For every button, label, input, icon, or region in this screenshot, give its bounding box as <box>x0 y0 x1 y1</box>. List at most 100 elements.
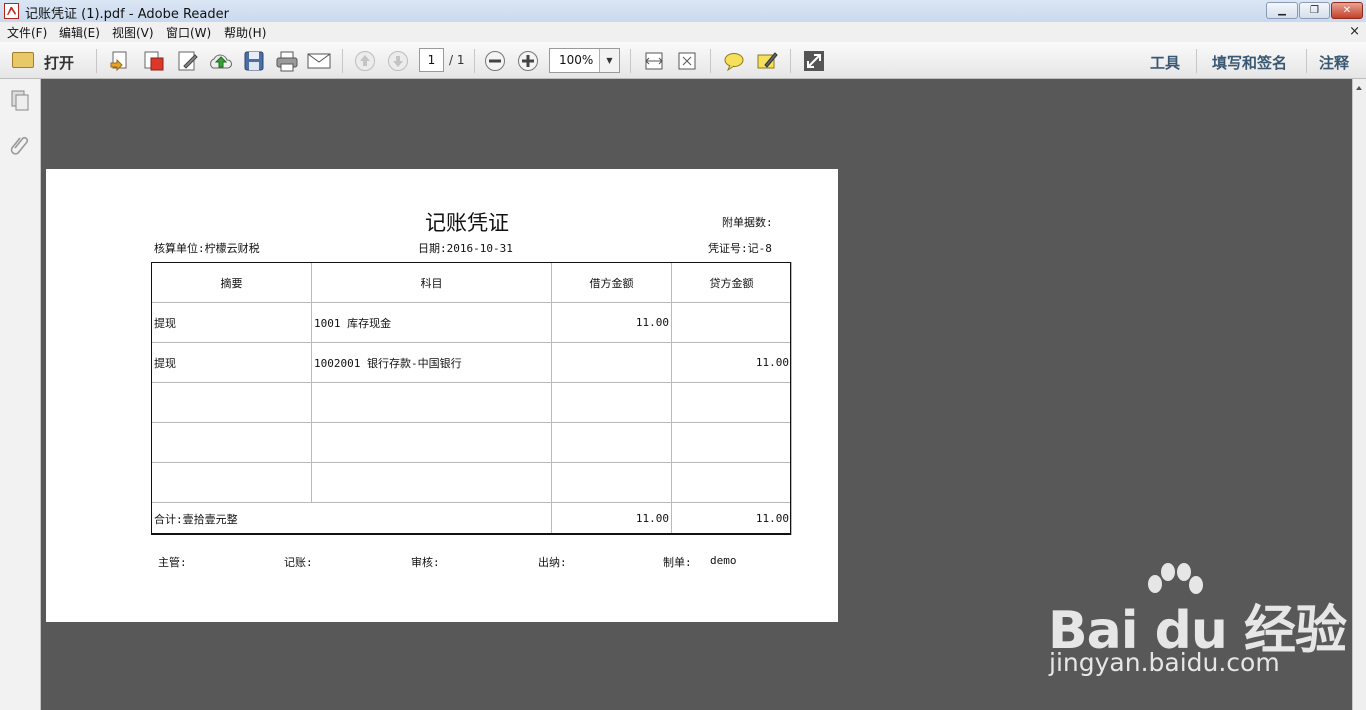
total-amount-in-words: 合计:壹拾壹元整 <box>151 502 552 535</box>
cell-summary: 提现 <box>151 342 312 383</box>
scroll-up-arrow-icon[interactable] <box>1355 84 1363 92</box>
zoom-in-icon[interactable] <box>517 50 539 72</box>
menu-file[interactable]: 文件(F) <box>7 24 47 41</box>
upload-cloud-icon[interactable] <box>208 49 234 73</box>
cell-summary <box>151 422 312 463</box>
cell-account <box>311 462 552 503</box>
sticky-note-icon[interactable] <box>722 49 746 73</box>
column-header-summary: 摘要 <box>151 262 312 303</box>
toolbar-divider <box>710 49 711 73</box>
comment-pane-button[interactable]: 注释 <box>1319 52 1349 73</box>
watermark-url: jingyan.baidu.com <box>1049 648 1280 677</box>
minimize-button[interactable]: ▁ <box>1266 2 1298 19</box>
create-pdf-icon[interactable] <box>108 49 132 73</box>
toolbar-divider <box>342 49 343 73</box>
close-button[interactable]: ✕ <box>1331 2 1363 19</box>
cell-credit <box>671 462 792 503</box>
total-debit: 11.00 <box>551 502 672 535</box>
voucher-title: 记账凭证 <box>425 211 509 235</box>
column-header-debit: 借方金额 <box>551 262 672 303</box>
toolbar-divider <box>474 49 475 73</box>
close-document-button[interactable]: × <box>1349 24 1360 39</box>
table-row: 提现 1002001 银行存款-中国银行 11.00 <box>151 342 792 383</box>
toolbar-divider <box>790 49 791 73</box>
cell-account <box>311 422 552 463</box>
title-bar: 记账凭证 (1).pdf - Adobe Reader ▁ ❐ ✕ <box>0 0 1366 22</box>
fill-sign-pane-button[interactable]: 填写和签名 <box>1212 52 1287 73</box>
cell-credit <box>671 302 792 343</box>
cell-credit <box>671 382 792 423</box>
zoom-out-icon[interactable] <box>484 50 506 72</box>
cell-debit <box>551 342 672 383</box>
preparer-label: 制单: <box>663 556 692 569</box>
cell-debit <box>551 422 672 463</box>
minimize-icon: ▁ <box>1278 5 1286 16</box>
column-header-account: 科目 <box>311 262 552 303</box>
tools-pane-button[interactable]: 工具 <box>1150 52 1180 73</box>
voucher-table: 摘要 科目 借方金额 贷方金额 提现 1001 库存现金 11.00 提现 10… <box>151 262 792 535</box>
preparer-name: demo <box>710 554 737 567</box>
toolbar-divider <box>1306 49 1307 73</box>
cell-credit: 11.00 <box>671 342 792 383</box>
menu-edit[interactable]: 编辑(E) <box>59 24 100 41</box>
total-credit: 11.00 <box>671 502 792 535</box>
previous-page-icon[interactable] <box>354 50 376 72</box>
voucher-date: 日期:2016-10-31 <box>418 242 513 255</box>
adobe-reader-icon <box>4 3 19 19</box>
navigation-pane <box>0 79 41 710</box>
zoom-select[interactable]: 100% ▼ <box>549 48 620 73</box>
cell-account: 1001 库存现金 <box>311 302 552 343</box>
print-icon[interactable] <box>274 49 300 73</box>
page-thumbnails-icon[interactable] <box>8 88 32 112</box>
menu-bar: 文件(F) 编辑(E) 视图(V) 窗口(W) 帮助(H) × <box>0 22 1366 42</box>
fit-page-icon[interactable] <box>675 49 699 73</box>
folder-open-icon[interactable] <box>12 52 34 68</box>
fit-width-icon[interactable] <box>642 49 666 73</box>
table-total-row: 合计:壹拾壹元整 11.00 11.00 <box>151 502 792 535</box>
supervisor-label: 主管: <box>158 556 187 569</box>
cell-summary: 提现 <box>151 302 312 343</box>
cell-summary <box>151 382 312 423</box>
cell-debit <box>551 462 672 503</box>
cell-credit <box>671 422 792 463</box>
menu-window[interactable]: 窗口(W) <box>166 24 211 41</box>
full-screen-icon[interactable] <box>802 49 826 73</box>
baidu-jingyan-watermark: Bai du 经验 jingyan.baidu.com <box>1048 560 1358 690</box>
zoom-value: 100% <box>559 53 594 67</box>
highlight-text-icon[interactable] <box>755 49 779 73</box>
table-row: 提现 1001 库存现金 11.00 <box>151 302 792 343</box>
toolbar-divider <box>630 49 631 73</box>
next-page-icon[interactable] <box>387 50 409 72</box>
page-total: / 1 <box>449 53 465 67</box>
toolbar-divider <box>96 49 97 73</box>
cell-account: 1002001 银行存款-中国银行 <box>311 342 552 383</box>
table-row <box>151 462 792 503</box>
cell-account <box>311 382 552 423</box>
table-header-row: 摘要 科目 借方金额 贷方金额 <box>151 262 792 303</box>
menu-help[interactable]: 帮助(H) <box>224 24 266 41</box>
edit-pdf-icon[interactable] <box>176 49 200 73</box>
reviewer-label: 审核: <box>411 556 440 569</box>
combine-pdf-icon[interactable] <box>142 49 166 73</box>
attachments-paperclip-icon[interactable] <box>8 132 32 156</box>
cell-debit: 11.00 <box>551 302 672 343</box>
email-icon[interactable] <box>306 49 332 73</box>
table-row <box>151 422 792 463</box>
menu-view[interactable]: 视图(V) <box>112 24 154 41</box>
bookkeeper-label: 记账: <box>284 556 313 569</box>
table-row <box>151 382 792 423</box>
cashier-label: 出纳: <box>538 556 567 569</box>
chevron-down-icon[interactable]: ▼ <box>599 49 619 72</box>
window-title: 记账凭证 (1).pdf - Adobe Reader <box>25 7 229 22</box>
toolbar-divider <box>1196 49 1197 73</box>
open-button[interactable]: 打开 <box>44 52 74 73</box>
page-number-input[interactable]: 1 <box>419 48 444 72</box>
save-icon[interactable] <box>242 49 266 73</box>
restore-icon: ❐ <box>1310 5 1319 16</box>
attachments-count-label: 附单据数: <box>722 216 773 229</box>
accounting-unit: 核算单位:柠檬云财税 <box>154 242 260 255</box>
voucher-number: 凭证号:记-8 <box>708 242 772 255</box>
cell-debit <box>551 382 672 423</box>
column-header-credit: 贷方金额 <box>671 262 792 303</box>
maximize-button[interactable]: ❐ <box>1299 2 1330 19</box>
